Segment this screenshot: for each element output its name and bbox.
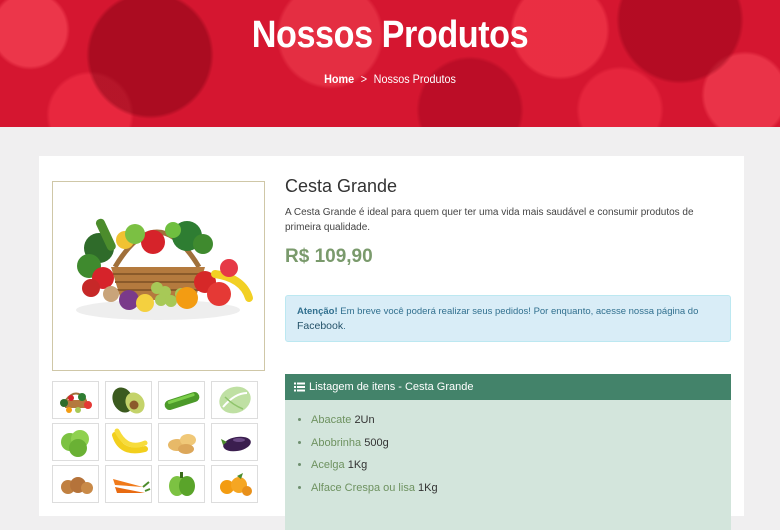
fruit-basket-icon: [59, 392, 92, 413]
list-item: Alface Crespa ou lisa 1Kg: [311, 477, 731, 500]
eggplant-icon: [220, 436, 251, 452]
carrot-icon: [112, 479, 150, 493]
product-thumbnails: [52, 381, 265, 503]
facebook-link[interactable]: Facebook: [297, 320, 343, 332]
thumbnail[interactable]: [158, 381, 205, 419]
cucumber-icon: [164, 391, 199, 411]
info-alert: Atenção! Em breve você poderá realizar s…: [285, 295, 731, 342]
items-panel-header: Listagem de itens - Cesta Grande: [285, 374, 731, 400]
items-panel: Listagem de itens - Cesta Grande Abacate…: [285, 374, 731, 530]
thumbnail[interactable]: [105, 423, 152, 461]
lettuce-icon: [60, 430, 89, 457]
pepper-icon: [168, 472, 195, 496]
potato-icon: [167, 434, 196, 454]
product-name: Cesta Grande: [285, 176, 398, 196]
breadcrumb-separator: >: [360, 72, 368, 86]
thumbnail[interactable]: [52, 381, 99, 419]
thumbnail[interactable]: [105, 465, 152, 503]
breadcrumb-current: Nossos Produtos: [373, 72, 456, 86]
cabbage-icon: [218, 386, 251, 414]
thumbnail[interactable]: [52, 465, 99, 503]
thumbnail[interactable]: [105, 381, 152, 419]
alert-end: .: [343, 321, 346, 332]
thumbnail[interactable]: [211, 423, 258, 461]
product-main-image[interactable]: [52, 181, 265, 371]
items-list: Abacate 2Un Abobrinha 500g Acelga 1Kg Al…: [285, 400, 731, 530]
item-quantity: 1Kg: [347, 459, 368, 471]
alert-strong-text: Atenção!: [297, 306, 338, 317]
thumbnail[interactable]: [211, 465, 258, 503]
product-price: R$ 109,90: [285, 246, 373, 267]
product-info: Cesta Grande A Cesta Grande é ideal para…: [285, 176, 731, 268]
item-name: Abobrinha: [311, 436, 362, 449]
alert-text: Em breve você poderá realizar seus pedid…: [337, 306, 699, 317]
list-icon: [294, 382, 305, 392]
thumbnail[interactable]: [158, 465, 205, 503]
list-item: Acelga 1Kg: [311, 454, 731, 477]
banana-icon: [111, 428, 148, 454]
breadcrumb-home-link[interactable]: Home: [324, 72, 354, 86]
breadcrumb: Home > Nossos Produtos: [39, 72, 741, 86]
item-quantity: 500g: [364, 436, 389, 449]
thumbnail[interactable]: [211, 381, 258, 419]
avocado-icon: [111, 387, 145, 414]
list-item: Abobrinha 500g: [311, 432, 731, 455]
item-quantity: 1Kg: [418, 481, 438, 494]
item-name: Alface Crespa ou lisa: [311, 481, 415, 494]
product-card: Cesta Grande A Cesta Grande é ideal para…: [39, 156, 744, 530]
item-name: Acelga: [311, 459, 345, 471]
page-title: Nossos Produtos: [251, 14, 529, 56]
list-item: Abacate 2Un: [311, 409, 731, 432]
product-description: A Cesta Grande é ideal para quem quer te…: [285, 207, 694, 233]
fruit-basket-image: [76, 218, 253, 320]
items-panel-title: Listagem de itens - Cesta Grande: [309, 381, 474, 393]
onion-icon: [60, 477, 93, 494]
tangerine-icon: [219, 473, 252, 496]
item-name: Abacate: [311, 414, 352, 426]
item-quantity: 2Un: [354, 414, 375, 426]
hero-banner: Nossos Produtos Home > Nossos Produtos: [0, 0, 780, 127]
thumbnail[interactable]: [52, 423, 99, 461]
thumbnail[interactable]: [158, 423, 205, 461]
